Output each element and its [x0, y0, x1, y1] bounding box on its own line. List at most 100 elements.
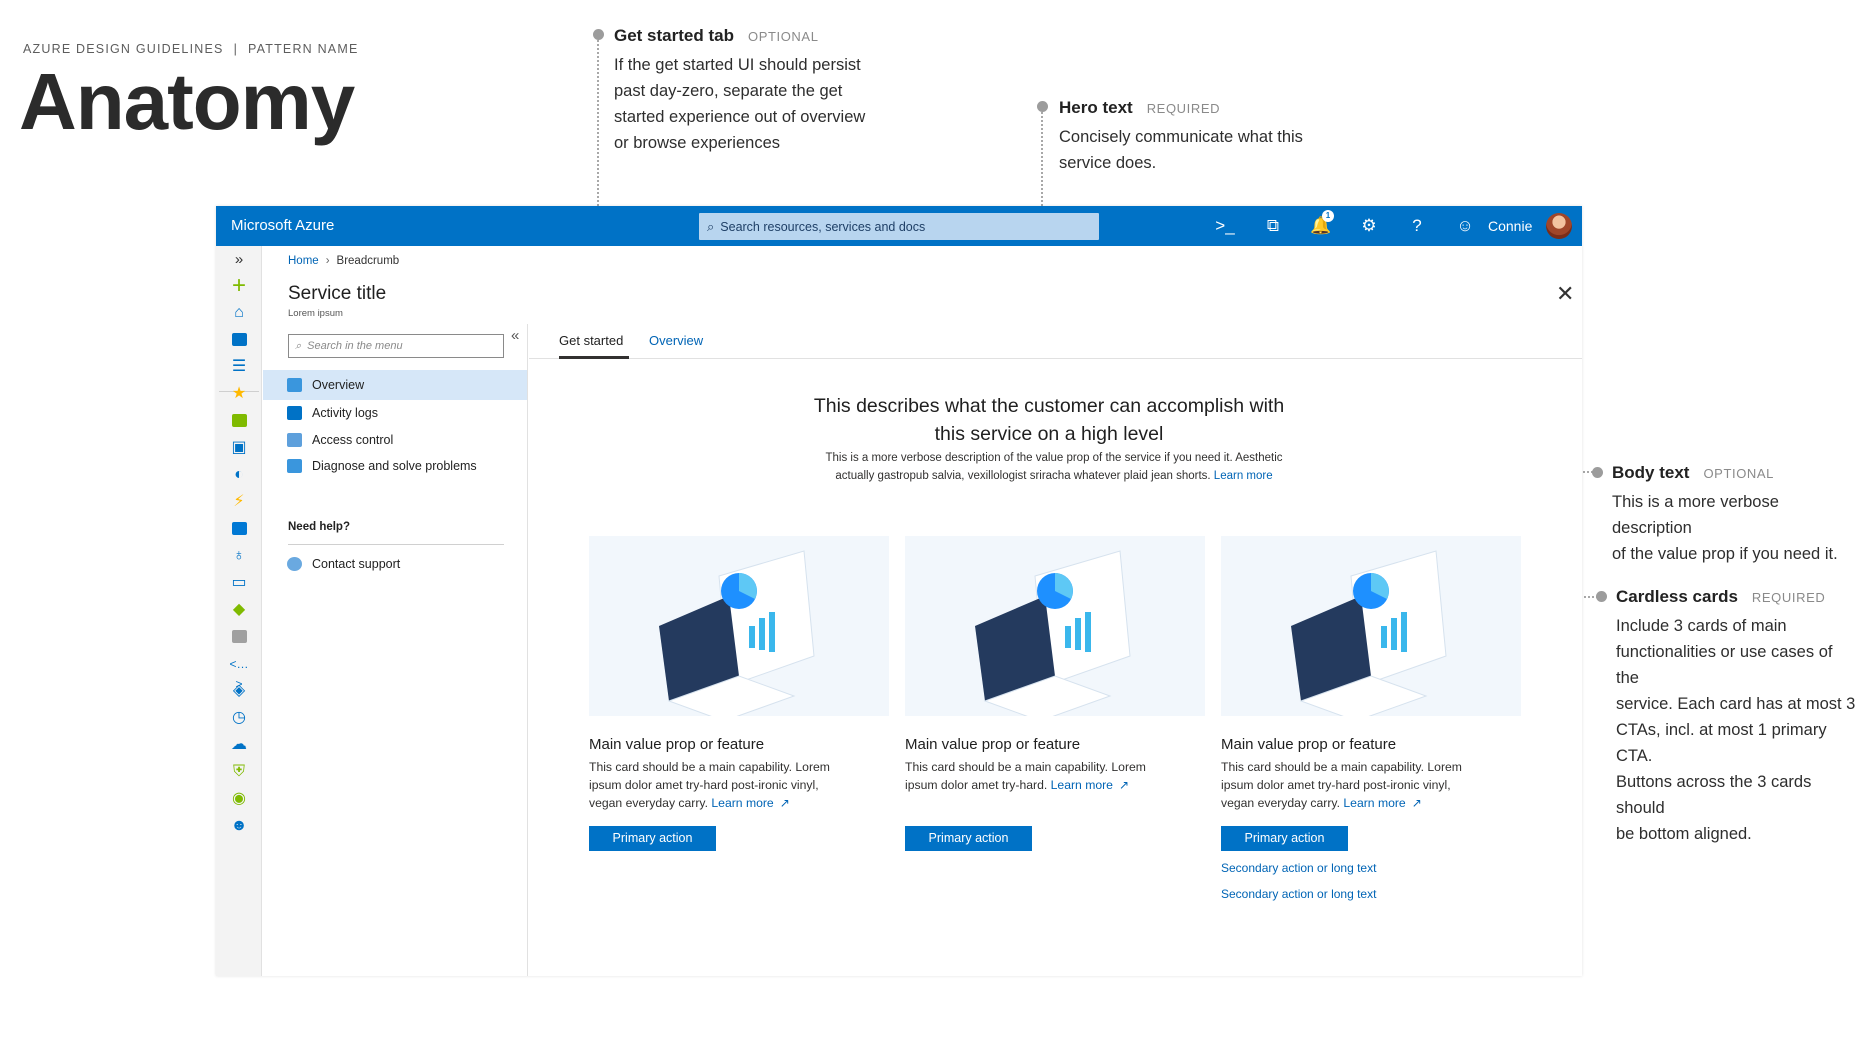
annotation-line: started experience out of overview: [614, 108, 866, 126]
azure-portal-mockup: Microsoft Azure ⌕ Search resources, serv…: [216, 206, 1582, 976]
card-desc-line: vegan everyday carry.: [1221, 796, 1340, 810]
dashboard-icon[interactable]: [229, 330, 249, 350]
laptop-chart-illustration-icon: [1291, 550, 1447, 716]
global-search-input[interactable]: ⌕ Search resources, services and docs: [699, 213, 1099, 240]
menu-item-overview[interactable]: Overview: [263, 370, 527, 400]
collapse-menu-icon[interactable]: «: [511, 327, 519, 344]
settings-icon[interactable]: ⚙: [1345, 216, 1393, 236]
close-icon[interactable]: ✕: [1556, 281, 1574, 307]
primary-action-button[interactable]: Primary action: [905, 826, 1032, 851]
secondary-action-link[interactable]: Secondary action or long text: [1221, 861, 1376, 875]
main-content: Get started Overview This describes what…: [529, 324, 1582, 976]
expand-rail-icon[interactable]: »: [229, 250, 249, 270]
search-icon: ⌕: [707, 218, 715, 234]
search-icon: ⌕: [295, 339, 302, 352]
azure-ad-icon[interactable]: ◈: [229, 681, 249, 701]
card-desc-line: This card should be a main capability. L…: [589, 760, 830, 774]
access-control-icon: [287, 433, 302, 447]
annotation-tag: OPTIONAL: [747, 29, 819, 44]
annotation-tag: REQUIRED: [1146, 101, 1221, 116]
annotation-line: Concisely communicate what this: [1059, 128, 1303, 146]
create-resource-icon[interactable]: +: [229, 274, 249, 298]
notifications-icon[interactable]: 🔔 1: [1297, 210, 1345, 236]
learn-more-link[interactable]: Learn more: [1214, 470, 1273, 482]
card-desc-line: vegan everyday carry.: [589, 796, 708, 810]
menu-item-label: Diagnose and solve problems: [312, 459, 477, 473]
menu-search-input[interactable]: ⌕ Search in the menu: [288, 334, 504, 358]
cost-management-icon[interactable]: ◉: [229, 789, 249, 809]
annotation-get-started-tab: Get started tab OPTIONAL If the get star…: [614, 26, 865, 156]
all-resources-icon[interactable]: [229, 411, 249, 431]
app-services-icon[interactable]: ◐: [229, 465, 249, 485]
learn-more-link[interactable]: Learn more: [711, 796, 773, 810]
favorites-star-icon[interactable]: ★: [229, 384, 249, 404]
all-services-icon[interactable]: ☰: [229, 357, 249, 377]
feature-card: Main value prop or feature This card sho…: [1221, 536, 1521, 901]
annotation-dot: [593, 29, 604, 40]
advisor-icon[interactable]: ☁: [229, 735, 249, 755]
directory-filter-icon[interactable]: ⧉: [1249, 216, 1297, 236]
primary-action-button[interactable]: Primary action: [1221, 826, 1348, 851]
body-line: actually gastropub salvia, vexillologist…: [835, 470, 1211, 482]
virtual-machines-icon[interactable]: ▭: [229, 573, 249, 593]
learn-more-link[interactable]: Learn more: [1051, 778, 1113, 792]
page-title: Anatomy: [19, 57, 355, 146]
storage-accounts-icon[interactable]: [229, 627, 249, 647]
menu-section-header: Need help?: [288, 521, 350, 533]
feature-card: Main value prop or feature This card sho…: [905, 536, 1205, 851]
home-icon[interactable]: ⌂: [229, 303, 249, 323]
annotation-line: past day-zero, separate the get: [614, 82, 843, 100]
breadcrumb-home-link[interactable]: Home: [288, 255, 319, 267]
function-apps-icon[interactable]: ⚡: [229, 492, 249, 512]
annotation-title: Body text: [1612, 463, 1690, 482]
monitor-icon[interactable]: ◷: [229, 708, 249, 728]
feedback-icon[interactable]: ☺: [1441, 216, 1489, 236]
service-title: Service title: [288, 283, 387, 304]
virtual-networks-icon[interactable]: <…>: [229, 654, 249, 691]
top-bar-icons: >_ ⧉ 🔔 1 ⚙ ? ☺: [1201, 206, 1489, 246]
card-title: Main value prop or feature: [1221, 736, 1397, 753]
cosmos-db-icon[interactable]: ♁: [229, 546, 249, 566]
card-description: This card should be a main capability. L…: [905, 758, 1205, 794]
annotation-line: This is a more verbose description: [1612, 493, 1779, 537]
learn-more-link[interactable]: Learn more: [1343, 796, 1405, 810]
external-link-icon: ↗: [779, 796, 790, 810]
load-balancers-icon[interactable]: ◆: [229, 600, 249, 620]
annotation-line: Buttons across the 3 cards should: [1616, 773, 1812, 817]
avatar[interactable]: [1546, 213, 1572, 239]
security-center-icon[interactable]: ⛨: [229, 762, 249, 782]
primary-action-button[interactable]: Primary action: [589, 826, 716, 851]
annotation-title: Get started tab: [614, 26, 734, 45]
menu-divider: [288, 544, 504, 545]
help-icon[interactable]: ?: [1393, 216, 1441, 236]
sql-databases-icon[interactable]: [229, 519, 249, 539]
body-text: This is a more verbose description of th…: [739, 449, 1369, 485]
menu-item-contact-support[interactable]: Contact support: [263, 549, 527, 579]
cloud-shell-icon[interactable]: >_: [1201, 216, 1249, 236]
portal-left-rail: » + ⌂ ☰ ★ ▣ ◐ ⚡ ♁ ▭ ◆ <…> ◈ ◷ ☁ ⛨ ◉ ☻: [216, 246, 262, 976]
card-description: This card should be a main capability. L…: [589, 758, 889, 812]
resource-groups-icon[interactable]: ▣: [229, 438, 249, 458]
chevron-right-icon: ›: [325, 255, 330, 267]
menu-item-activity-logs[interactable]: Activity logs: [263, 398, 527, 428]
hero-text: This describes what the customer can acc…: [769, 392, 1329, 448]
card-title: Main value prop or feature: [905, 736, 1081, 753]
tab-get-started[interactable]: Get started: [559, 333, 623, 348]
annotation-body: This is a more verbose description of th…: [1612, 489, 1858, 567]
help-support-icon[interactable]: ☻: [229, 816, 249, 836]
annotation-line: be bottom aligned.: [1616, 825, 1752, 843]
menu-item-diagnose[interactable]: Diagnose and solve problems: [263, 451, 527, 481]
feature-card: Main value prop or feature This card sho…: [589, 536, 889, 851]
user-name[interactable]: Connie: [1488, 218, 1532, 234]
brand-link[interactable]: Microsoft Azure: [231, 217, 334, 234]
secondary-action-link[interactable]: Secondary action or long text: [1221, 887, 1376, 901]
page-kicker: AZURE DESIGN GUIDELINES | PATTERN NAME: [23, 42, 359, 56]
laptop-illustration: [589, 536, 889, 716]
annotation-tag: REQUIRED: [1751, 590, 1826, 605]
annotation-title: Hero text: [1059, 98, 1133, 117]
menu-item-label: Activity logs: [312, 406, 378, 420]
tab-overview[interactable]: Overview: [649, 333, 703, 348]
portal-top-bar: Microsoft Azure ⌕ Search resources, serv…: [216, 206, 1582, 246]
laptop-chart-illustration-icon: [975, 550, 1131, 716]
laptop-illustration: [1221, 536, 1521, 716]
